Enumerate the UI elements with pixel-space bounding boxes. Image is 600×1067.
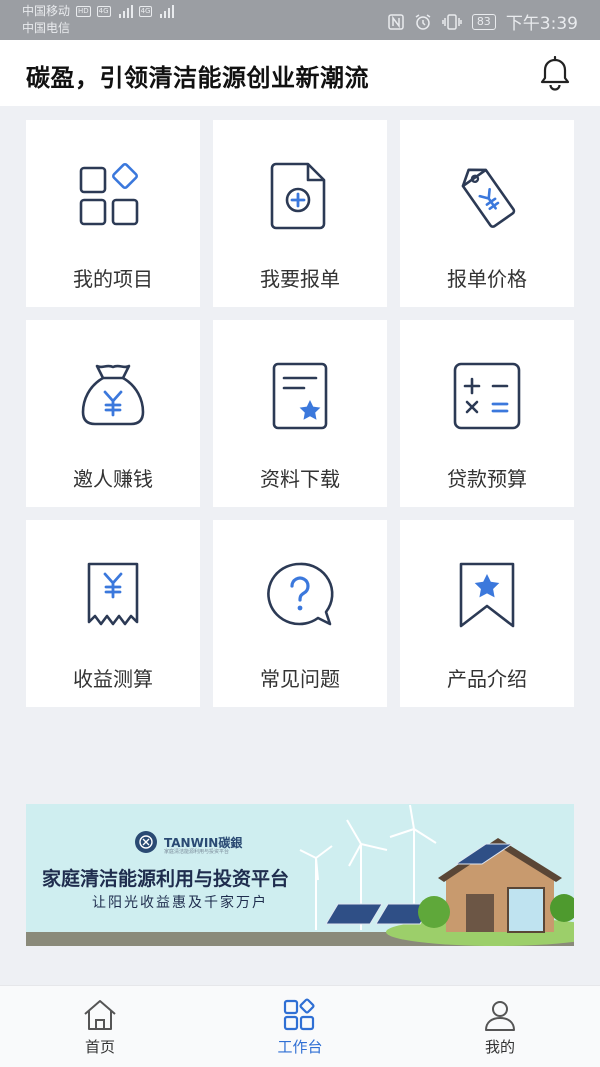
status-right: 83 下午3:39 xyxy=(388,9,578,34)
calculator-icon xyxy=(453,362,521,430)
tile-product-intro[interactable]: 产品介绍 xyxy=(400,520,574,707)
workbench-icon xyxy=(283,998,315,1031)
tile-invite-earn[interactable]: 邀人赚钱 xyxy=(26,320,200,507)
user-icon xyxy=(485,1001,515,1031)
nav-label-me: 我的 xyxy=(484,1038,515,1056)
tile-loan-budget[interactable]: 贷款预算 xyxy=(400,320,574,507)
money-bag-icon xyxy=(81,364,145,426)
vibrate-icon xyxy=(442,13,462,30)
banner-brand-sub: 家庭清洁能源利用与投资平台 xyxy=(164,849,230,855)
question-bubble-icon xyxy=(267,562,334,626)
tile-my-projects[interactable]: 我的项目 xyxy=(26,120,200,307)
tile-label: 贷款预算 xyxy=(447,467,527,491)
tile-label: 产品介绍 xyxy=(447,667,527,691)
tile-submit-order[interactable]: 我要报单 xyxy=(213,120,387,307)
network-1-label: 4G xyxy=(96,6,111,17)
carrier-info: 中国移动 HD 4G 4G 中国电信 xyxy=(22,3,175,37)
status-bar: 中国移动 HD 4G 4G 中国电信 83 下午3:39 xyxy=(0,0,600,40)
apps-grid-icon xyxy=(79,163,139,226)
tile-label: 我的项目 xyxy=(73,267,153,291)
tile-label: 报单价格 xyxy=(447,267,527,291)
network-2-label: 4G xyxy=(138,6,153,17)
signal-1-icon xyxy=(118,5,133,18)
tile-label: 资料下载 xyxy=(260,467,340,491)
nav-item-me[interactable]: 我的 xyxy=(440,998,560,1057)
nav-item-workbench[interactable]: 工作台 xyxy=(240,998,360,1057)
tile-label: 我要报单 xyxy=(260,267,340,291)
bottom-nav: 首页 工作台 我的 xyxy=(0,985,600,1067)
status-time: 下午3:39 xyxy=(505,14,578,34)
feature-grid: 我的项目 我要报单 报单价格 邀人赚钱 资料下载 贷款预算 收益测算 常见问题 … xyxy=(26,120,574,707)
carrier-1-label: 中国移动 xyxy=(22,4,71,18)
nav-item-home[interactable]: 首页 xyxy=(40,998,160,1057)
page-title: 碳盈，引领清洁能源创业新潮流 xyxy=(26,64,369,92)
alarm-icon xyxy=(415,13,431,30)
receipt-icon xyxy=(87,562,139,626)
banner-headline: 家庭清洁能源利用与投资平台 xyxy=(42,868,290,890)
tile-download[interactable]: 资料下载 xyxy=(213,320,387,507)
tile-label: 常见问题 xyxy=(260,667,340,691)
home-icon xyxy=(84,1000,116,1030)
hd-badge: HD xyxy=(76,6,91,17)
signal-2-icon xyxy=(160,5,175,18)
tile-label: 收益测算 xyxy=(73,667,153,691)
document-star-icon xyxy=(272,362,328,430)
banner-subline: 让阳光收益惠及千家万户 xyxy=(92,895,268,911)
tile-revenue-calc[interactable]: 收益测算 xyxy=(26,520,200,707)
bookmark-star-icon xyxy=(459,562,515,628)
nav-label-home: 首页 xyxy=(84,1038,115,1056)
document-add-icon xyxy=(270,162,326,230)
nfc-icon xyxy=(388,13,404,30)
battery-indicator: 83 xyxy=(471,13,496,30)
bell-icon[interactable] xyxy=(538,56,572,92)
price-tag-icon xyxy=(461,168,516,228)
banner-brand: TANWIN碳銀 家庭清洁能源利用与投资平台 xyxy=(134,830,242,855)
promo-banner[interactable]: TANWIN碳銀 家庭清洁能源利用与投资平台 家庭清洁能源利用与投资平台 让阳光… xyxy=(26,804,574,946)
tile-order-price[interactable]: 报单价格 xyxy=(400,120,574,307)
tanwin-logo-icon xyxy=(135,831,157,853)
tile-label: 邀人赚钱 xyxy=(73,467,153,491)
tile-faq[interactable]: 常见问题 xyxy=(213,520,387,707)
carrier-2-label: 中国电信 xyxy=(22,21,71,35)
app-header: 碳盈，引领清洁能源创业新潮流 xyxy=(0,40,600,106)
nav-label-workbench: 工作台 xyxy=(277,1038,323,1056)
